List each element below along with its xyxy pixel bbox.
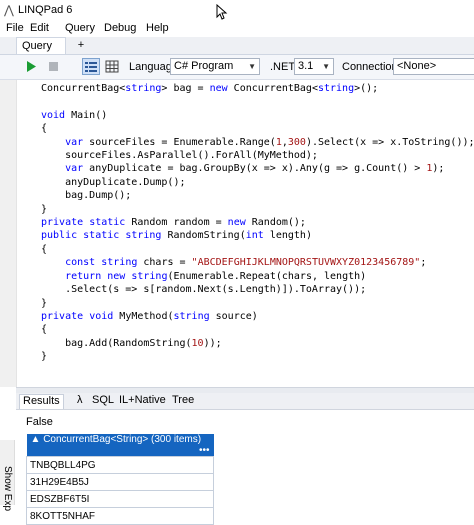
menu-help[interactable]: Help <box>146 22 169 34</box>
mouse-cursor-icon <box>216 4 228 20</box>
output-boolean-value: False <box>26 416 53 428</box>
chevron-down-icon: ▼ <box>322 62 330 71</box>
connection-label: Connection <box>342 61 398 73</box>
language-value: C# Program <box>174 60 234 72</box>
menu-query[interactable]: Query <box>65 22 95 34</box>
table-cell: 31H29E4B5J <box>26 473 214 491</box>
table-row: 8KOTT5NHAF <box>26 507 214 525</box>
connection-value: <None> <box>397 60 437 72</box>
dump-table-header[interactable]: ▲ ConcurrentBag<String> (300 items) ••• <box>26 434 214 457</box>
run-button[interactable] <box>22 58 40 75</box>
net-label: .NET <box>270 61 296 73</box>
tab-query-1[interactable]: Query 1* <box>16 37 66 68</box>
table-row: TNBQBLL4PG <box>26 456 214 474</box>
tab-tree[interactable]: Tree <box>169 394 197 408</box>
linqpad-logo-icon: ⋀ <box>4 3 14 17</box>
collapse-icon: ▲ <box>30 434 44 445</box>
dump-table: ▲ ConcurrentBag<String> (300 items) ••• … <box>26 434 214 525</box>
dump-table-title: ConcurrentBag<String> (300 items) <box>43 434 202 445</box>
stop-button[interactable] <box>44 58 62 75</box>
run-icon <box>27 61 36 72</box>
tab-results[interactable]: Results <box>19 394 64 409</box>
tab-sql[interactable]: SQL <box>89 394 117 408</box>
query-tab-bar: Query 1* + <box>0 37 474 68</box>
grid-results-icon <box>85 62 97 72</box>
more-icon[interactable]: ••• <box>199 445 210 456</box>
grid-results-button[interactable] <box>82 58 100 75</box>
net-version-select[interactable]: 3.1 ▼ <box>294 58 334 75</box>
code-text[interactable]: ConcurrentBag<string> bag = new Concurre… <box>41 82 474 364</box>
data-grids-icon <box>105 60 119 73</box>
menu-debug[interactable]: Debug <box>104 22 136 34</box>
table-row: 31H29E4B5J <box>26 473 214 491</box>
tab-lambda[interactable]: λ <box>74 394 86 408</box>
title-bar: ⋀ LINQPad 6 <box>0 0 474 20</box>
editor-gutter <box>0 80 16 387</box>
show-explorer-toggle[interactable]: Show Exp <box>0 440 15 511</box>
stop-icon <box>49 62 58 71</box>
menu-file[interactable]: File <box>6 22 24 34</box>
data-grids-button[interactable] <box>103 58 121 75</box>
table-cell: TNBQBLL4PG <box>26 456 214 474</box>
net-version-value: 3.1 <box>298 60 314 72</box>
tab-il-native[interactable]: IL+Native <box>116 394 169 408</box>
show-explorer-label: Show Exp <box>2 466 13 512</box>
dump-table-header-row: ▲ ConcurrentBag<String> (300 items) ••• <box>26 434 214 457</box>
connection-select[interactable]: <None> <box>393 58 474 75</box>
menu-edit[interactable]: Edit <box>30 22 49 34</box>
menu-bar: File Edit Query Debug Help <box>0 20 474 37</box>
results-tab-bar: Results λ SQL IL+Native Tree <box>16 393 474 410</box>
add-tab-button[interactable]: + <box>74 37 88 54</box>
language-select[interactable]: C# Program ▼ <box>170 58 260 75</box>
table-cell: 8KOTT5NHAF <box>26 507 214 525</box>
window-title: LINQPad 6 <box>18 4 73 16</box>
toolbar: Language C# Program ▼ .NET 3.1 ▼ Connect… <box>0 55 474 80</box>
code-editor[interactable]: ConcurrentBag<string> bag = new Concurre… <box>16 80 474 387</box>
chevron-down-icon: ▼ <box>248 62 256 71</box>
